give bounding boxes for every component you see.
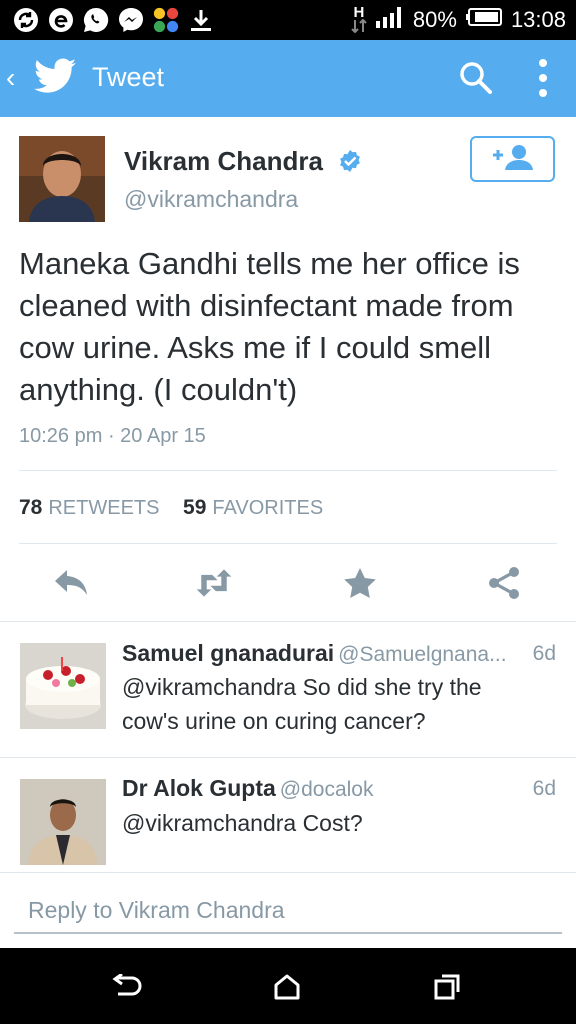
reply-author-handle: @Samuelgnana... xyxy=(338,643,507,666)
back-icon[interactable]: ‹ xyxy=(6,64,15,92)
retweet-icon[interactable] xyxy=(194,563,234,603)
notification-icons xyxy=(12,5,215,35)
share-icon[interactable] xyxy=(484,563,524,603)
battery-icon xyxy=(465,7,503,33)
reply-compose xyxy=(14,890,562,934)
app-bar: ‹ Tweet xyxy=(0,40,576,117)
divider xyxy=(19,470,557,471)
reply-text: @vikramchandra So did she try the cow's … xyxy=(122,674,482,734)
status-bar: H 80% 13:08 xyxy=(0,0,576,40)
divider xyxy=(0,872,576,873)
more-options-icon[interactable] xyxy=(538,58,548,103)
home-nav-icon[interactable] xyxy=(270,970,304,1004)
signal-icon xyxy=(375,5,405,35)
search-icon[interactable] xyxy=(458,60,494,101)
author-name[interactable]: Vikram Chandra xyxy=(124,146,323,177)
reply-time: 6d xyxy=(532,777,556,800)
network-type-icon: H xyxy=(351,5,367,33)
divider xyxy=(0,757,576,758)
author-avatar[interactable] xyxy=(19,136,105,222)
reply-input[interactable] xyxy=(14,890,562,930)
reply-author-handle: @docalok xyxy=(279,778,374,801)
battery-percent: 80% xyxy=(412,7,457,32)
back-nav-icon[interactable] xyxy=(110,970,144,1004)
twitter-bird-icon[interactable] xyxy=(34,58,76,99)
favorites-stat[interactable]: 59 FAVORITES xyxy=(183,496,323,519)
tweet-text: Maneka Gandhi tells me her office is cle… xyxy=(19,246,520,407)
reply-author-name: Dr Alok Gupta xyxy=(122,775,276,801)
recent-apps-icon[interactable] xyxy=(430,970,464,1004)
status-right: H 80% 13:08 xyxy=(351,0,566,40)
reply-avatar[interactable] xyxy=(20,643,106,729)
reply-text: @vikramchandra Cost? xyxy=(122,810,363,836)
tweet-timestamp: 10:26 pm · 20 Apr 15 xyxy=(19,425,206,447)
follow-button[interactable] xyxy=(470,136,555,182)
system-nav-bar xyxy=(0,948,576,1024)
app-bar-title: Tweet xyxy=(92,62,165,92)
reply-author[interactable]: Samuel gnanadurai @Samuelgnana... xyxy=(122,640,507,667)
tweet-stats: 78 RETWEETS 59 FAVORITES xyxy=(19,496,341,520)
clock: 13:08 xyxy=(510,7,566,32)
divider xyxy=(19,543,557,544)
reply-avatar[interactable] xyxy=(20,779,106,865)
divider xyxy=(0,621,576,622)
sync-icon xyxy=(12,6,40,34)
messenger-icon xyxy=(117,6,145,34)
favorite-icon[interactable] xyxy=(340,563,380,603)
verified-badge-icon xyxy=(338,149,362,178)
author-handle[interactable]: @vikramchandra xyxy=(124,186,298,213)
reply-time: 6d xyxy=(532,642,556,665)
app-e-icon xyxy=(47,6,75,34)
reply-author[interactable]: Dr Alok Gupta @docalok xyxy=(122,775,373,802)
reply-author-name: Samuel gnanadurai xyxy=(122,640,335,666)
reply-icon[interactable] xyxy=(52,563,92,603)
colorful-app-icon xyxy=(152,6,180,34)
download-icon xyxy=(187,6,215,34)
retweets-stat[interactable]: 78 RETWEETS xyxy=(19,496,159,519)
whatsapp-icon xyxy=(82,6,110,34)
follow-icon xyxy=(491,143,535,176)
